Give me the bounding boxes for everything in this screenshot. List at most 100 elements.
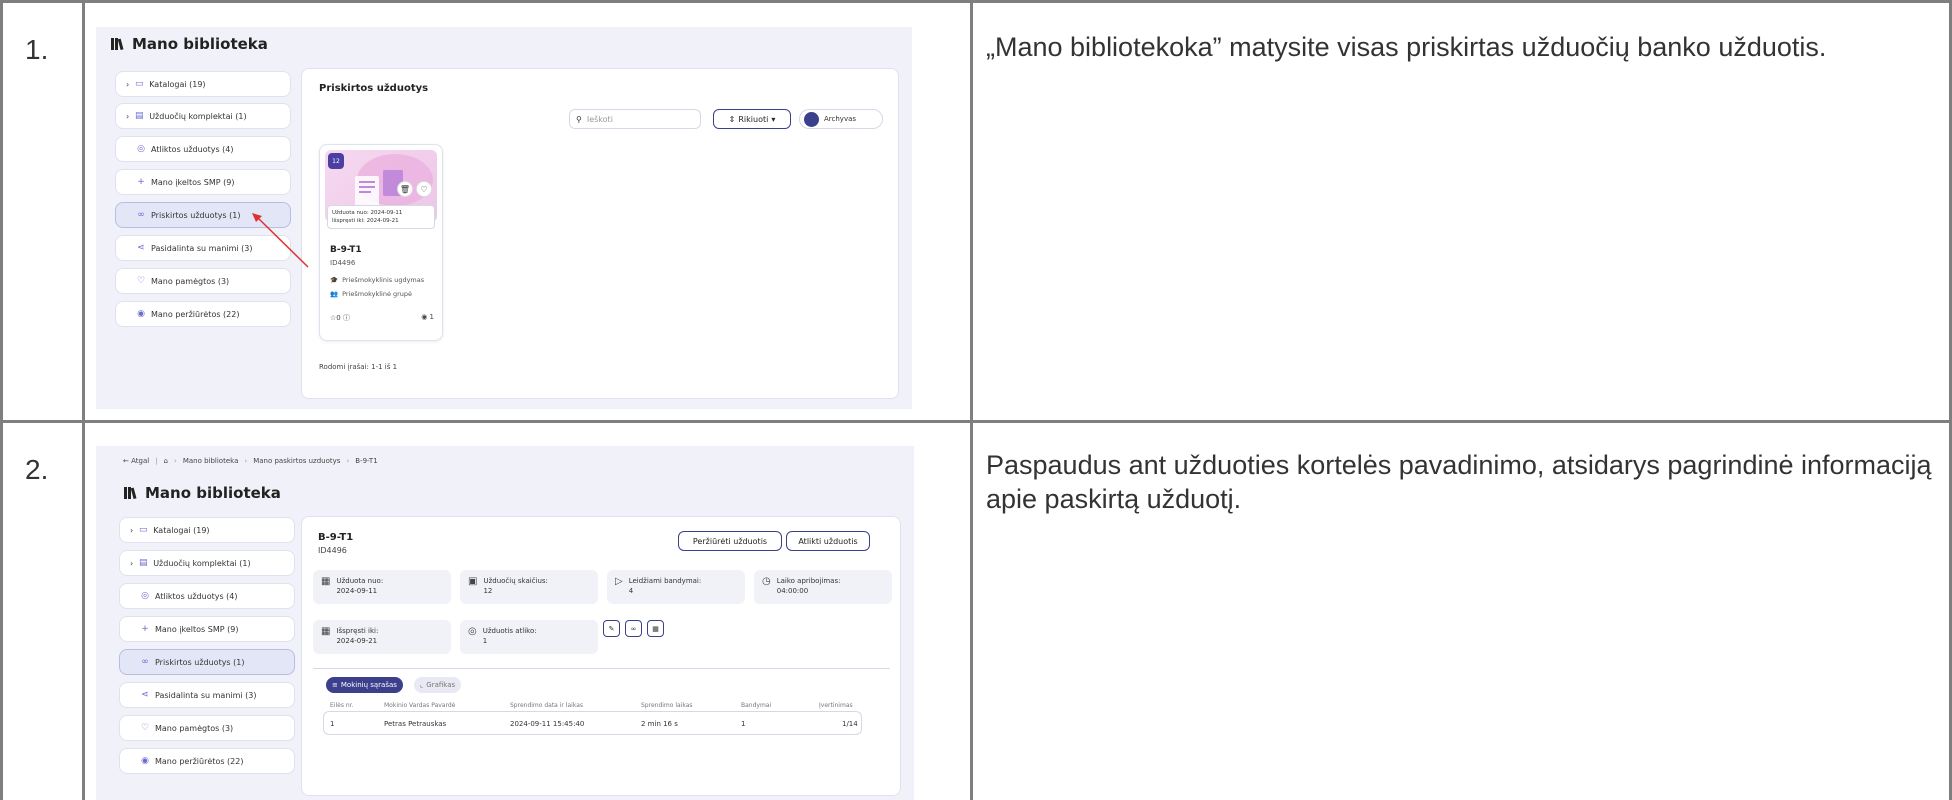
link-button[interactable]: ∞ xyxy=(625,620,642,637)
back-link[interactable]: ← Atgal xyxy=(123,457,149,465)
sidebar-item-completed[interactable]: ◎ Atliktos užduotys (4) xyxy=(119,583,295,609)
clock-icon: ◷ xyxy=(762,576,771,587)
sort-icon: ⇕ xyxy=(728,114,736,124)
breadcrumb-library[interactable]: Mano biblioteka xyxy=(183,457,239,465)
task-card[interactable]: 12 🗑 ♡ Užduota nuo: 2024-09-11 Išspręsti… xyxy=(319,144,443,341)
sidebar-item-assigned[interactable]: ∞ Priskirtos užduotys (1) xyxy=(119,649,295,675)
column-header: Sprendimo data ir laikas xyxy=(510,702,583,709)
calendar-icon: ▦ xyxy=(321,576,331,587)
library-icon xyxy=(124,487,137,500)
breadcrumb-separator: › xyxy=(244,457,248,465)
sidebar-item-catalogs[interactable]: › ▭ Katalogai (19) xyxy=(119,517,295,543)
chevron-right-icon: › xyxy=(130,525,134,535)
sidebar-item-uploaded[interactable]: + Mano įkeltos SMP (9) xyxy=(115,169,291,195)
card-footer: ☆0 ⓘ ◉ 1 xyxy=(330,313,434,323)
column-header: Eilės nr. xyxy=(330,702,354,709)
task-title: B-9-T1 xyxy=(318,532,354,543)
check-circle-icon: ◎ xyxy=(137,144,145,154)
sidebar-item-catalogs[interactable]: › ▭ Katalogai (19) xyxy=(115,71,291,97)
breadcrumb-separator: › xyxy=(346,457,350,465)
home-icon[interactable]: ⌂ xyxy=(164,457,168,465)
info-attempts: ▷ Leidžiami bandymai: 4 xyxy=(607,570,745,604)
breadcrumb-assigned[interactable]: Mano paskirtos uzduotys xyxy=(253,457,340,465)
search-input[interactable]: ⚲ Ieškoti xyxy=(569,109,701,129)
table-border-left xyxy=(0,0,3,800)
column-header: Bandymai xyxy=(741,702,772,709)
row-description: Paspaudus ant užduoties kortelės pavadin… xyxy=(986,450,1932,514)
link-icon: ∞ xyxy=(630,624,637,633)
info-solve-until: ▦ Išspręsti iki: 2024-09-21 xyxy=(313,620,451,654)
card-group: 👥 Priešmokyklinė grupė xyxy=(330,290,413,298)
library-title: Mano biblioteka xyxy=(123,484,281,502)
breadcrumb: ← Atgal | ⌂ › Mano biblioteka › Mano pas… xyxy=(123,457,378,465)
table-cell: 1 xyxy=(330,720,335,728)
solve-until-date: Išspręsti iki: 2024-09-21 xyxy=(332,218,399,224)
sidebar-item-shared[interactable]: ⋖ Pasidalinta su manimi (3) xyxy=(119,682,295,708)
table-cell: 1 xyxy=(741,720,746,728)
heart-icon[interactable]: ♡ xyxy=(416,181,432,197)
trash-icon[interactable]: 🗑 xyxy=(397,181,413,197)
card-type-badge: 12 xyxy=(328,153,344,169)
assigned-from-date: Užduota nuo: 2024-09-11 xyxy=(332,210,403,216)
archive-toggle[interactable]: Archyvas xyxy=(799,109,883,129)
table-cell: Petras Petrauskas xyxy=(384,720,447,728)
table-cell: 1/14 xyxy=(842,720,858,728)
card-actions: 🗑 ♡ xyxy=(397,181,432,197)
catalog-icon: ▭ xyxy=(138,525,148,535)
sidebar-item-sets[interactable]: › ▤ Užduočių komplektai (1) xyxy=(119,550,295,576)
eye-icon: ◉ xyxy=(137,309,145,319)
sidebar-item-favorites[interactable]: ♡ Mano pamėgtos (3) xyxy=(119,715,295,741)
tab-student-list[interactable]: ≡ Mokinių sąrašas xyxy=(326,677,403,693)
panel-title: Priskirtos užduotys xyxy=(319,83,429,94)
chevron-right-icon: › xyxy=(126,79,130,89)
sidebar-item-viewed[interactable]: ◉ Mano peržiūrėtos (22) xyxy=(119,748,295,774)
chart-icon: ⌞ xyxy=(420,681,424,689)
task-details-panel xyxy=(301,516,901,796)
check-circle-icon: ◎ xyxy=(468,626,477,637)
row-number: 2. xyxy=(25,454,49,485)
table-row-divider xyxy=(0,420,1952,423)
plus-icon: + xyxy=(137,177,145,187)
sets-icon: ▤ xyxy=(138,558,148,568)
column-header: Sprendimo laikas xyxy=(641,702,693,709)
column-header: Mokinio Vardas Pavardė xyxy=(384,702,456,709)
table-cell: 2 min 16 s xyxy=(641,720,678,728)
sidebar-item-sets[interactable]: › ▤ Užduočių komplektai (1) xyxy=(115,103,291,129)
chevron-down-icon: ▾ xyxy=(771,114,776,124)
sidebar-item-completed[interactable]: ◎ Atliktos užduotys (4) xyxy=(115,136,291,162)
breadcrumb-separator: › xyxy=(174,457,177,465)
list-icon: ≡ xyxy=(332,681,338,689)
sidebar-item-uploaded[interactable]: + Mano įkeltos SMP (9) xyxy=(119,616,295,642)
sidebar-item-viewed[interactable]: ◉ Mano peržiūrėtos (22) xyxy=(115,301,291,327)
table-cell: 2024-09-11 15:45:40 xyxy=(510,720,585,728)
heart-icon: ♡ xyxy=(136,276,146,286)
chevron-right-icon: › xyxy=(126,111,130,121)
sort-button[interactable]: ⇕ Rikiuoti ▾ xyxy=(713,109,791,129)
do-tasks-button[interactable]: Atlikti užduotis xyxy=(786,531,870,551)
share-icon: ⋖ xyxy=(137,243,145,253)
card-title[interactable]: B-9-T1 xyxy=(330,245,362,255)
tab-chart[interactable]: ⌞ Grafikas xyxy=(414,677,462,693)
link-icon: ∞ xyxy=(141,657,149,667)
play-icon: ▷ xyxy=(615,576,623,587)
info-completed-by: ◎ Užduotis atliko: 1 xyxy=(460,620,598,654)
view-tasks-button[interactable]: Peržiūrėti užduotis xyxy=(678,531,782,551)
table-column-divider xyxy=(970,0,973,800)
edit-icon: ✎ xyxy=(608,624,615,633)
calendar-icon: ▦ xyxy=(652,624,659,633)
edit-button[interactable]: ✎ xyxy=(603,620,620,637)
calendar-button[interactable]: ▦ xyxy=(647,620,664,637)
info-time-limit: ◷ Laiko apribojimas: 04:00:00 xyxy=(754,570,892,604)
eye-icon: ◉ xyxy=(421,313,428,321)
info-assigned-from: ▦ Užduota nuo: 2024-09-11 xyxy=(313,570,451,604)
table-column-divider xyxy=(82,0,85,800)
row-number: 1. xyxy=(25,34,49,65)
list-icon: ▣ xyxy=(468,576,478,587)
calendar-icon: ▦ xyxy=(321,626,331,637)
row-description: „Mano bibliotekoka” matysite visas prisk… xyxy=(986,32,1827,62)
records-count: Rodomi įrašai: 1-1 iš 1 xyxy=(319,363,398,371)
heart-icon: ♡ xyxy=(140,723,150,733)
library-title: Mano biblioteka xyxy=(110,35,268,53)
info-icon: ⓘ xyxy=(342,314,350,322)
graduation-cap-icon: 🎓 xyxy=(330,276,339,284)
